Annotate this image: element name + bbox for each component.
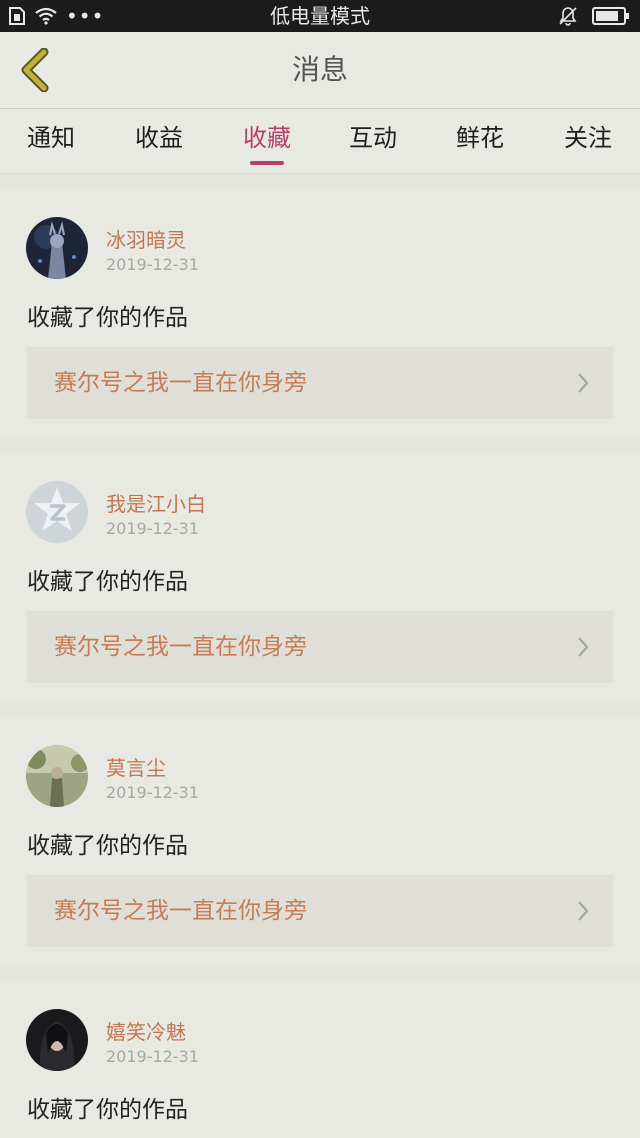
avatar[interactable] bbox=[26, 481, 88, 543]
tab-label: 互动 bbox=[349, 124, 397, 152]
action-text: 收藏了你的作品 bbox=[27, 833, 188, 859]
header-bar: 消息 bbox=[0, 32, 640, 109]
status-bar: ••• 低电量模式 bbox=[0, 0, 640, 32]
tab-label: 收藏 bbox=[243, 124, 291, 152]
active-tab-indicator bbox=[250, 161, 284, 165]
tab-flowers[interactable]: 鲜花 bbox=[430, 109, 530, 173]
username[interactable]: 嬉笑冷魅 bbox=[106, 1016, 186, 1045]
work-link[interactable]: 赛尔号之我一直在你身旁 bbox=[27, 347, 613, 419]
timestamp: 2019-12-31 bbox=[106, 255, 199, 274]
timestamp: 2019-12-31 bbox=[106, 519, 199, 538]
action-text: 收藏了你的作品 bbox=[27, 305, 188, 331]
battery-icon bbox=[592, 7, 629, 25]
work-title: 赛尔号之我一直在你身旁 bbox=[54, 370, 307, 396]
feed-item: 冰羽暗灵 2019-12-31 收藏了你的作品 赛尔号之我一直在你身旁 bbox=[0, 190, 640, 436]
tab-label: 通知 bbox=[27, 124, 75, 152]
tab-interactions[interactable]: 互动 bbox=[323, 109, 423, 173]
tab-follows[interactable]: 关注 bbox=[538, 109, 638, 173]
avatar-image bbox=[26, 1009, 88, 1071]
chevron-right-icon bbox=[578, 901, 589, 921]
work-link[interactable]: 赛尔号之我一直在你身旁 bbox=[27, 875, 613, 947]
default-avatar-icon bbox=[26, 481, 88, 543]
tab-label: 鲜花 bbox=[456, 124, 504, 152]
avatar-image bbox=[26, 217, 88, 279]
avatar[interactable] bbox=[26, 1009, 88, 1071]
chevron-right-icon bbox=[578, 373, 589, 393]
feed-item: 莫言尘 2019-12-31 收藏了你的作品 赛尔号之我一直在你身旁 bbox=[0, 718, 640, 964]
page-title: 消息 bbox=[291, 53, 348, 86]
work-title: 赛尔号之我一直在你身旁 bbox=[54, 898, 307, 924]
feed-item: 我是江小白 2019-12-31 收藏了你的作品 赛尔号之我一直在你身旁 bbox=[0, 454, 640, 700]
status-right bbox=[558, 0, 630, 32]
username[interactable]: 我是江小白 bbox=[106, 488, 206, 517]
tab-earnings[interactable]: 收益 bbox=[109, 109, 209, 173]
chevron-right-icon bbox=[578, 637, 589, 657]
mute-bell-icon bbox=[559, 7, 577, 26]
status-title: 低电量模式 bbox=[270, 4, 370, 28]
tab-label: 收益 bbox=[135, 124, 183, 152]
username[interactable]: 莫言尘 bbox=[106, 752, 166, 781]
work-link[interactable]: 赛尔号之我一直在你身旁 bbox=[27, 611, 613, 683]
tab-notifications[interactable]: 通知 bbox=[1, 109, 101, 173]
work-title: 赛尔号之我一直在你身旁 bbox=[54, 634, 307, 660]
tab-bar: 通知 收益 收藏 互动 鲜花 关注 bbox=[0, 109, 640, 174]
username[interactable]: 冰羽暗灵 bbox=[106, 224, 186, 253]
timestamp: 2019-12-31 bbox=[106, 783, 199, 802]
avatar[interactable] bbox=[26, 217, 88, 279]
action-text: 收藏了你的作品 bbox=[27, 569, 188, 595]
tab-label: 关注 bbox=[564, 124, 612, 152]
timestamp: 2019-12-31 bbox=[106, 1047, 199, 1066]
feed-item: 嬉笑冷魅 2019-12-31 收藏了你的作品 bbox=[0, 982, 640, 1138]
avatar-image bbox=[26, 745, 88, 807]
tab-favorites[interactable]: 收藏 bbox=[217, 109, 317, 173]
avatar[interactable] bbox=[26, 745, 88, 807]
action-text: 收藏了你的作品 bbox=[27, 1097, 188, 1123]
